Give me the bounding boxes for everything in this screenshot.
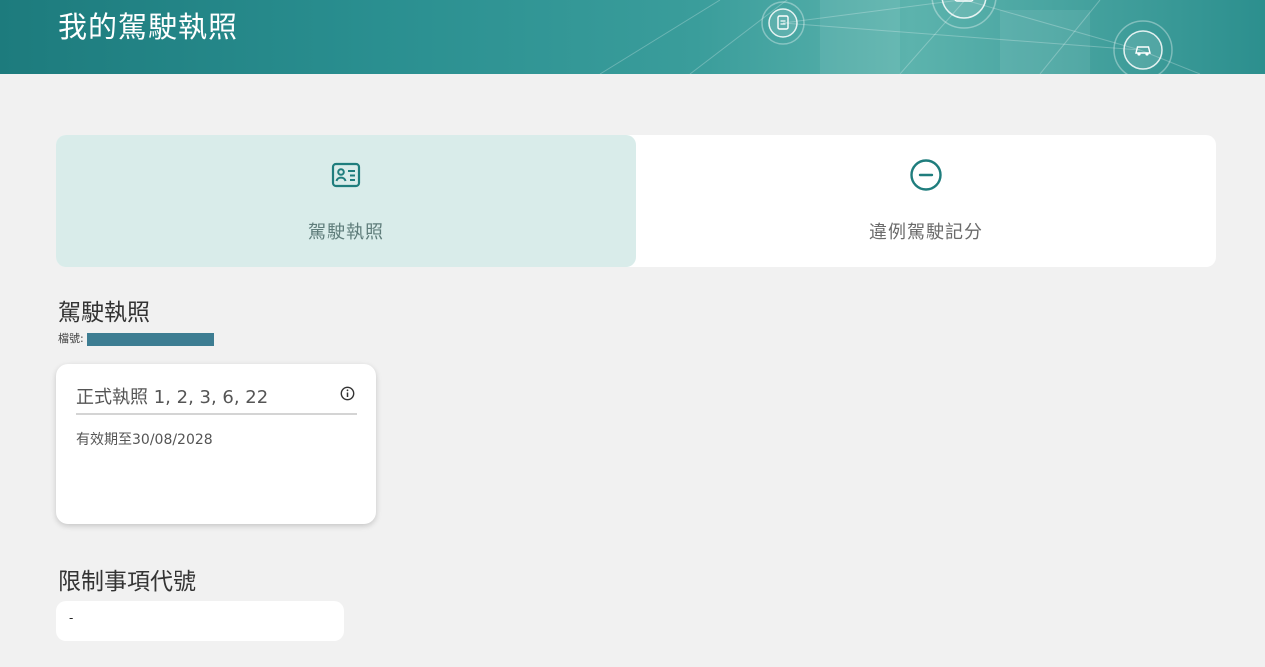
page-title: 我的駕駛執照 [58,10,239,44]
tab-driving-offence-points[interactable]: 違例駕駛記分 [636,135,1216,267]
card-divider [76,413,357,415]
license-type: 正式執照 1, 2, 3, 6, 22 [76,387,269,408]
restriction-code-box: - [56,601,344,641]
banner-document-icon [761,1,805,45]
file-number-label: 檔號: [58,332,84,345]
banner-id-card-icon [930,0,998,30]
license-section-title: 駕駛執照 [58,300,150,326]
restriction-code-value: - [69,611,74,625]
license-card: 正式執照 1, 2, 3, 6, 22 有效期至30/08/2028 [56,364,376,524]
file-number-line: 檔號: [58,330,214,346]
redacted-file-number [86,333,214,346]
minus-circle-icon [910,159,942,191]
id-card-icon [331,162,361,188]
license-validity: 有效期至30/08/2028 [76,432,213,448]
banner-car-icon [1112,19,1174,74]
tab-driving-license-label: 駕駛執照 [308,222,384,243]
license-tabs: 駕駛執照 違例駕駛記分 [56,135,1216,267]
info-icon[interactable] [340,386,355,401]
tab-driving-license[interactable]: 駕駛執照 [56,135,636,267]
header-banner: 我的駕駛執照 [0,0,1265,74]
tab-driving-offence-points-label: 違例駕駛記分 [869,222,983,243]
restriction-section-title: 限制事項代號 [58,569,196,595]
